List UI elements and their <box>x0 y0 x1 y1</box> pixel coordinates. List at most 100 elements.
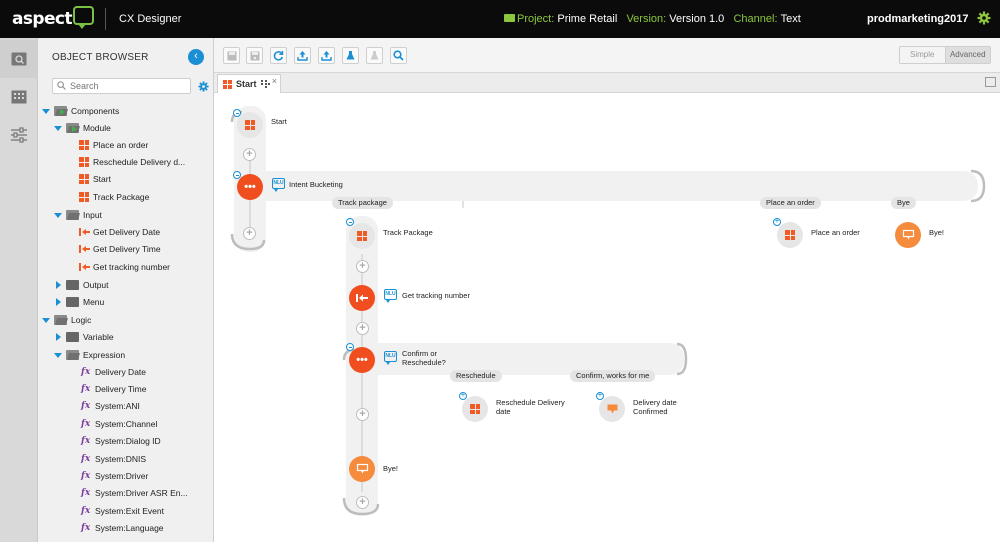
rail-building-button[interactable] <box>0 78 38 116</box>
simple-mode-button[interactable]: Simple <box>900 47 945 63</box>
expand-place-order-icon[interactable] <box>773 216 781 226</box>
add-node-button[interactable]: + <box>356 496 369 509</box>
tab-start[interactable]: Start × <box>217 74 281 93</box>
tree-item-get-delivery-time[interactable]: Get Delivery Time <box>79 241 161 257</box>
project-value[interactable]: Prime Retail <box>557 13 617 25</box>
branch-bye[interactable]: Bye <box>891 197 916 209</box>
collapse-track-icon[interactable] <box>346 218 354 226</box>
tree-node-menu[interactable]: Menu <box>54 294 104 310</box>
tree-node-input[interactable]: Input <box>54 207 102 223</box>
refresh-button[interactable] <box>270 47 287 64</box>
tree-item-expression[interactable]: fx System:Driver <box>81 468 148 484</box>
expanded-caret-icon[interactable] <box>54 352 62 358</box>
expanded-caret-icon[interactable] <box>54 125 62 131</box>
save-button[interactable] <box>223 47 240 64</box>
deploy-button[interactable] <box>318 47 335 64</box>
channel-value[interactable]: Text <box>781 13 801 25</box>
bye-final-node[interactable] <box>349 456 375 482</box>
collapsed-caret-icon[interactable] <box>56 333 61 341</box>
flow-canvas[interactable]: Start + ••• NLU Intent Bucketing Track p… <box>214 94 1000 542</box>
tree-label: System:Dialog ID <box>95 436 161 446</box>
tree-item-get-tracking-number[interactable]: Get tracking number <box>79 259 170 275</box>
module-icon <box>357 231 367 241</box>
add-node-button[interactable]: + <box>243 227 256 240</box>
add-node-button[interactable]: + <box>356 408 369 421</box>
object-browser-panel: OBJECT BROWSER ‹ Components Module Place… <box>38 38 214 542</box>
tree-item-get-delivery-date[interactable]: Get Delivery Date <box>79 224 160 240</box>
confirm-or-reschedule-node[interactable]: ••• <box>349 347 375 373</box>
tree-node-logic[interactable]: Logic <box>42 312 91 328</box>
collapsed-caret-icon[interactable] <box>56 298 61 306</box>
tree-item-expression[interactable]: fx System:Exit Event <box>81 503 164 519</box>
reschedule-delivery-label: Reschedule Delivery date <box>496 398 565 416</box>
tree-item-expression[interactable]: fx Delivery Time <box>81 381 146 397</box>
start-node[interactable] <box>237 112 263 138</box>
tree-item-reschedule-delivery[interactable]: Reschedule Delivery d... <box>79 154 185 170</box>
reschedule-delivery-node[interactable] <box>462 396 488 422</box>
tree-node-components[interactable]: Components <box>42 103 119 119</box>
tree-item-expression[interactable]: fx System:Language <box>81 520 164 536</box>
add-node-button[interactable]: + <box>356 322 369 335</box>
place-an-order-node[interactable] <box>777 222 803 248</box>
settings-gear-icon[interactable] <box>977 11 991 25</box>
version-value[interactable]: Version 1.0 <box>669 13 724 25</box>
collapse-panel-button[interactable]: ‹ <box>188 49 204 65</box>
get-tracking-number-node[interactable] <box>349 285 375 311</box>
tree-item-expression[interactable]: fx Delivery Date <box>81 364 146 380</box>
tree-label: Delivery Time <box>95 384 147 394</box>
save-icon <box>227 51 236 60</box>
channel-label: Channel: <box>733 13 778 25</box>
branch-track-package[interactable]: Track package <box>332 197 393 209</box>
tab-close-icon[interactable]: × <box>272 76 277 86</box>
tree-item-start[interactable]: Start <box>79 171 111 187</box>
input-icon <box>79 227 90 237</box>
tree-node-module[interactable]: Module <box>54 120 111 136</box>
add-node-button[interactable]: + <box>356 260 369 273</box>
view-mode-toggle[interactable]: Simple Advanced <box>899 46 991 64</box>
advanced-mode-button[interactable]: Advanced <box>944 47 990 63</box>
expanded-caret-icon[interactable] <box>54 212 62 218</box>
bye-final-label: Bye! <box>383 464 399 473</box>
add-node-button[interactable]: + <box>243 148 256 161</box>
branch-confirm-works[interactable]: Confirm, works for me <box>570 370 656 382</box>
find-button[interactable] <box>390 47 407 64</box>
tree-item-expression[interactable]: fx System:Driver ASR En... <box>81 485 188 501</box>
collapsed-caret-icon[interactable] <box>56 281 61 289</box>
tree-node-variable[interactable]: Variable <box>54 329 114 345</box>
rail-browser-button[interactable] <box>0 40 38 78</box>
tree-node-output[interactable]: Output <box>54 277 109 293</box>
tree-label: System:Channel <box>95 419 158 429</box>
intent-bucketing-node[interactable]: ••• <box>237 174 263 200</box>
publish-button[interactable] <box>294 47 311 64</box>
tree-item-expression[interactable]: fx System:DNIS <box>81 451 146 467</box>
tree-label: Variable <box>83 332 114 342</box>
delivery-confirmed-node[interactable] <box>599 396 625 422</box>
search-settings-gear-icon[interactable] <box>198 81 209 92</box>
tree-item-expression[interactable]: fx System:Channel <box>81 416 157 432</box>
tree-item-track-package[interactable]: Track Package <box>79 189 149 205</box>
maximize-icon[interactable] <box>985 77 996 87</box>
test-button[interactable] <box>366 47 383 64</box>
hierarchy-icon <box>260 80 270 88</box>
browser-search-input[interactable] <box>52 78 191 94</box>
tree-node-expression[interactable]: Expression <box>54 347 125 363</box>
expanded-caret-icon[interactable] <box>42 317 50 323</box>
tree-label: Reschedule Delivery d... <box>93 157 186 167</box>
branch-reschedule[interactable]: Reschedule <box>450 370 502 382</box>
tree-item-expression[interactable]: fx System:Dialog ID <box>81 433 161 449</box>
tree-item-expression[interactable]: fx System:ANI <box>81 398 140 414</box>
debug-button[interactable] <box>342 47 359 64</box>
module-icon <box>470 404 480 414</box>
track-package-node[interactable] <box>349 223 375 249</box>
tree-label: Get Delivery Date <box>93 227 161 237</box>
branch-place-an-order[interactable]: Place an order <box>760 197 821 209</box>
user-name[interactable]: prodmarketing2017 <box>867 13 968 25</box>
rail-settings-button[interactable] <box>0 116 38 154</box>
save-as-button[interactable] <box>246 47 263 64</box>
bye-node[interactable] <box>895 222 921 248</box>
expanded-caret-icon[interactable] <box>42 108 50 114</box>
input-icon <box>356 294 368 302</box>
tab-label: Start <box>236 79 257 89</box>
tree-item-place-an-order[interactable]: Place an order <box>79 137 148 153</box>
tree-label: System:DNIS <box>95 454 147 464</box>
